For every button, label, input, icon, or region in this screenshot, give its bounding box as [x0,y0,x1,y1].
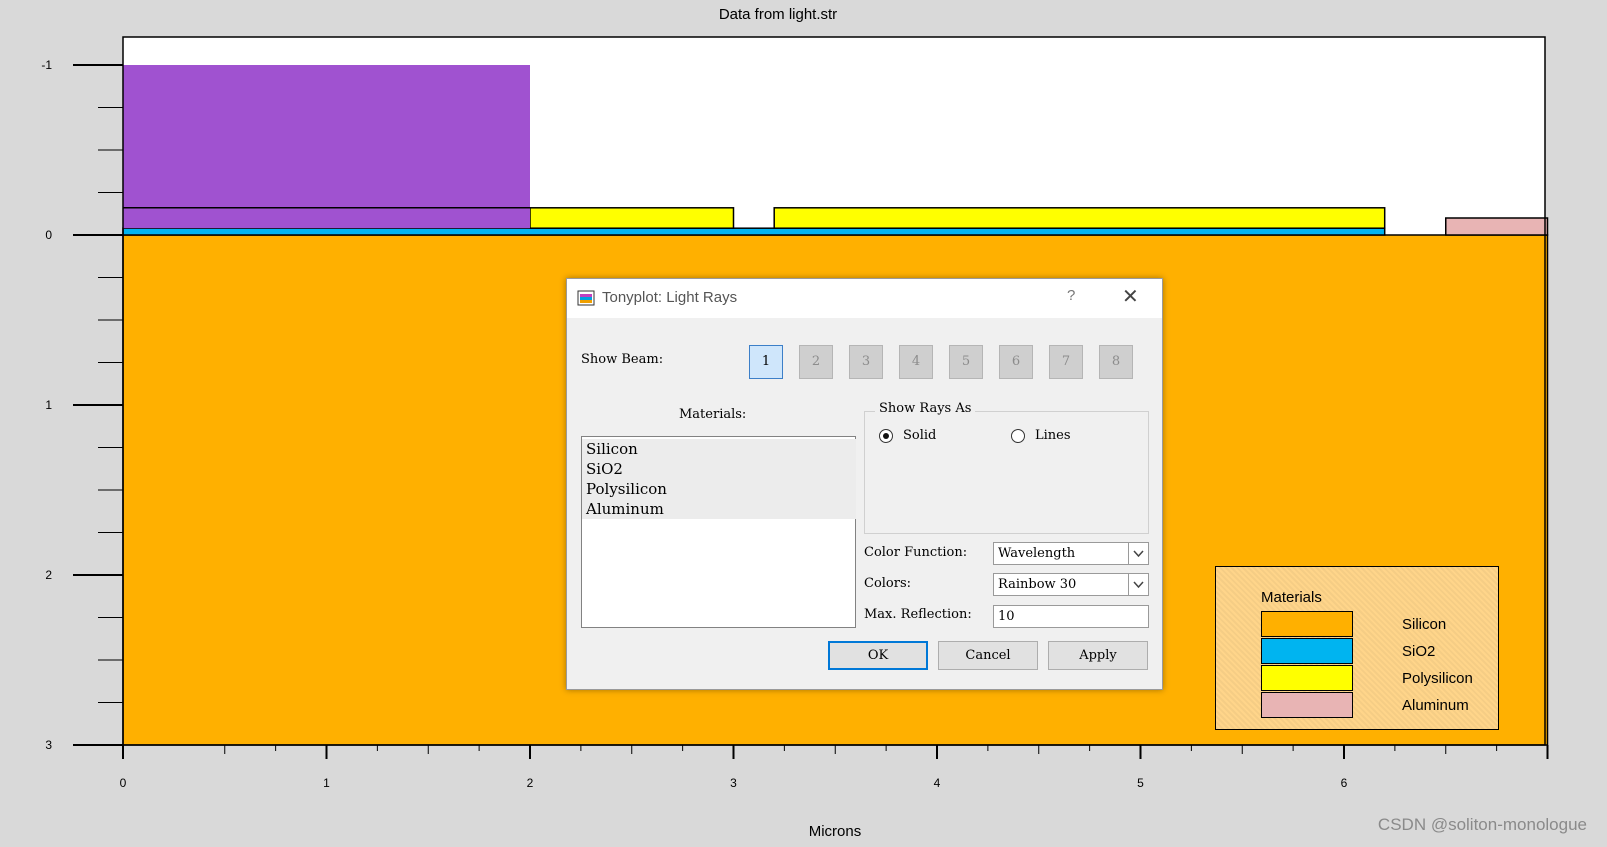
tonyplot-app-icon [577,290,595,306]
ok-button[interactable]: OK [828,641,928,670]
legend-swatch-sio2 [1261,638,1353,664]
dialog-title: Tonyplot: Light Rays [602,289,738,306]
x-tick-label-0: 0 [120,776,127,790]
x-axis-title: Microns [808,823,862,840]
y-tick-label-1: 1 [45,398,52,412]
materials-label: Materials: [679,407,747,422]
color-function-value: Wavelength [998,546,1076,561]
lines-radio[interactable] [1011,429,1025,443]
list-item-polysilicon[interactable]: Polysilicon [582,479,856,499]
region-sio2-1 [122,227,1386,236]
colors-select[interactable]: Rainbow 30 [993,573,1149,596]
show-beam-label: Show Beam: [581,352,664,367]
color-function-label: Color Function: [864,545,968,560]
beam-button-6[interactable]: 6 [999,345,1033,379]
list-item-aluminum[interactable]: Aluminum [582,499,856,519]
legend-label-sio2: SiO2 [1402,643,1436,660]
legend-swatch-silicon [1261,611,1353,637]
dialog-titlebar[interactable]: Tonyplot: Light Rays ? ✕ [567,279,1162,318]
legend-label-silicon: Silicon [1402,616,1447,633]
chevron-down-icon[interactable] [1128,543,1148,564]
x-tick-label-4: 4 [934,776,941,790]
max-reflection-label: Max. Reflection: [864,607,972,622]
x-tick-label-2: 2 [527,776,534,790]
y-tick-label--1: -1 [41,58,52,72]
y-tick-label-0: 0 [45,228,52,242]
x-tick-label-6: 6 [1341,776,1348,790]
beam-button-8[interactable]: 8 [1099,345,1133,379]
region-aluminum-4 [1445,217,1549,236]
legend-title: Materials [1261,589,1322,606]
solid-radio[interactable] [879,429,893,443]
legend-swatch-aluminum [1261,692,1353,718]
region-polysilicon-2 [529,207,735,229]
beam-button-3[interactable]: 3 [849,345,883,379]
legend-swatch-polysilicon [1261,665,1353,691]
max-reflection-input[interactable]: 10 [993,605,1149,628]
solid-radio-label: Solid [903,428,937,443]
region-polysilicon-3 [773,207,1386,229]
colors-label: Colors: [864,576,912,591]
chevron-down-icon[interactable] [1128,574,1148,595]
list-item-sio2[interactable]: SiO2 [582,459,856,479]
lines-radio-label: Lines [1035,428,1071,443]
beam-button-5[interactable]: 5 [949,345,983,379]
y-tick-label-2: 2 [45,568,52,582]
beam-button-7[interactable]: 7 [1049,345,1083,379]
materials-listbox[interactable]: Silicon SiO2 Polysilicon Aluminum [581,436,856,628]
cancel-button[interactable]: Cancel [938,641,1038,670]
y-tick-label-3: 3 [45,738,52,752]
x-tick-label-1: 1 [323,776,330,790]
list-item-silicon[interactable]: Silicon [582,439,856,459]
max-reflection-value: 10 [998,609,1015,624]
watermark: CSDN @soliton-monologue [1377,815,1587,834]
beam-button-2[interactable]: 2 [799,345,833,379]
x-tick-label-5: 5 [1137,776,1144,790]
apply-button[interactable]: Apply [1048,641,1148,670]
x-tick-label-3: 3 [730,776,737,790]
materials-legend: Materials Silicon SiO2 Polysilicon Alumi… [1215,566,1499,730]
show-rays-as-label: Show Rays As [875,401,976,416]
light-beam [123,65,530,229]
legend-label-aluminum: Aluminum [1402,697,1469,714]
beam-button-4[interactable]: 4 [899,345,933,379]
beam-button-1[interactable]: 1 [749,345,783,379]
legend-label-polysilicon: Polysilicon [1402,670,1473,687]
close-icon[interactable]: ✕ [1122,284,1139,309]
colors-value: Rainbow 30 [998,577,1077,592]
color-function-select[interactable]: Wavelength [993,542,1149,565]
help-icon[interactable]: ? [1067,287,1075,304]
light-rays-dialog: Tonyplot: Light Rays ? ✕ Show Beam: 1 2 … [566,278,1163,690]
